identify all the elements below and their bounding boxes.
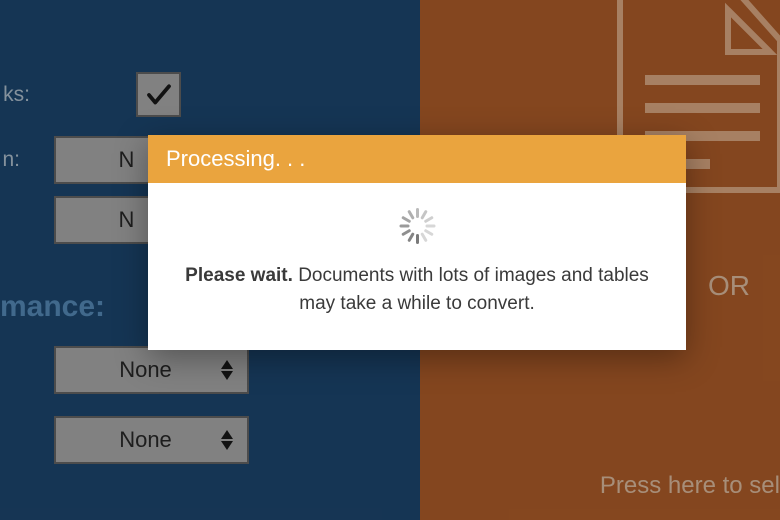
spinner-icon (399, 208, 435, 244)
option-n1-label: n: (0, 148, 30, 172)
performance-stepper-2[interactable]: None (54, 416, 249, 464)
performance-stepper-1-value: None (70, 357, 221, 383)
links-checkbox[interactable] (136, 72, 181, 117)
option-n1-value: N (119, 147, 135, 173)
press-here-label: Press here to sel (600, 472, 780, 500)
modal-message-tail: Documents with lots of images and tables… (298, 265, 649, 314)
stepper-arrows-icon (221, 430, 233, 450)
processing-modal: Processing. . . Please wait. Documents w… (148, 135, 686, 350)
performance-stepper-1[interactable]: None (54, 346, 249, 394)
performance-heading: mance: (0, 290, 105, 324)
check-icon (144, 80, 174, 110)
modal-title: Processing. . . (148, 135, 686, 183)
modal-wait-label: Please wait. (185, 265, 293, 286)
or-label: OR (708, 270, 750, 302)
links-label: ks: (0, 83, 40, 107)
stepper-arrows-icon (221, 360, 233, 380)
option-n2-value: N (119, 207, 135, 233)
modal-message: Please wait. Documents with lots of imag… (178, 262, 656, 317)
performance-stepper-2-value: None (70, 427, 221, 453)
